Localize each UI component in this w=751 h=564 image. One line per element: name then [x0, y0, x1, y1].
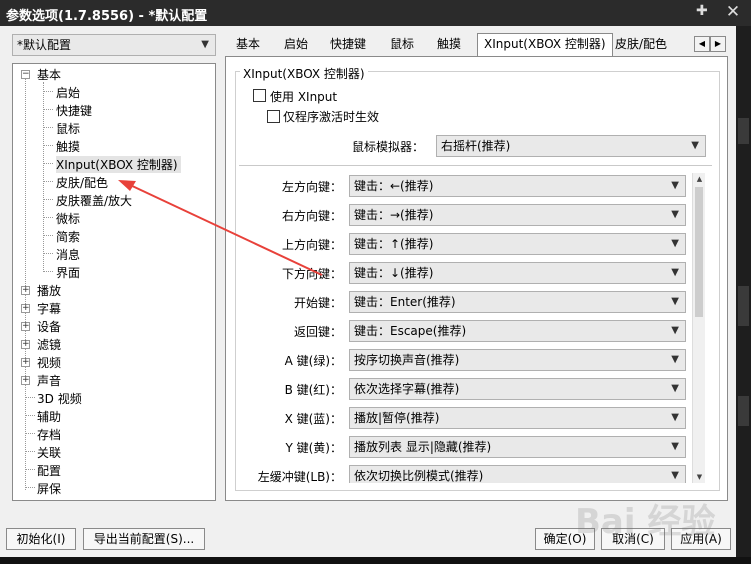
init-button[interactable]: 初始化(I): [6, 528, 76, 550]
preferences-window: 参数选项(1.7.8556) - *默认配置 ✚ ✕ *默认配置 ▼ − 基本 …: [0, 0, 751, 564]
taskbar: [0, 557, 751, 564]
annotation-arrow: [118, 180, 323, 276]
watermark: Bai 经验: [575, 502, 716, 542]
export-config-button[interactable]: 导出当前配置(S)...: [83, 528, 205, 550]
